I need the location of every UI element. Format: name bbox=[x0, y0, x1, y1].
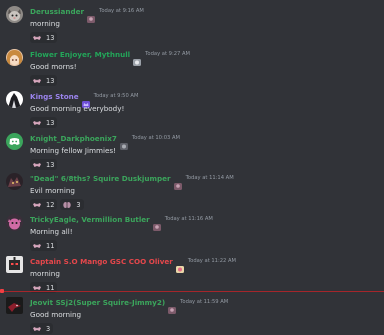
message-body: Knight_Darkphoenix7 Today at 10:03 AM Mo… bbox=[30, 133, 380, 170]
dark-creature-avatar[interactable] bbox=[6, 173, 23, 190]
bat-emoji-icon bbox=[33, 201, 41, 209]
pink-creature-avatar[interactable] bbox=[6, 214, 23, 231]
timestamp[interactable]: Today at 9:27 AM bbox=[145, 49, 190, 60]
reaction-button[interactable]: 13 bbox=[30, 117, 58, 128]
cat-icon bbox=[119, 135, 128, 150]
anime-girl-avatar[interactable] bbox=[6, 49, 23, 66]
grey-cat-avatar[interactable] bbox=[6, 6, 23, 23]
moth-emoji-icon bbox=[63, 201, 72, 209]
reaction-count: 3 bbox=[76, 200, 81, 209]
timestamp[interactable]: Today at 10:03 AM bbox=[132, 133, 180, 144]
dark-bird-avatar[interactable] bbox=[6, 297, 23, 314]
author-name[interactable]: Jeovit SSj2(Super Squire-Jimmy2) bbox=[30, 297, 165, 308]
reaction-count: 12 bbox=[46, 200, 55, 209]
reaction-button[interactable]: 13 bbox=[30, 32, 58, 43]
reaction-button[interactable]: 3 bbox=[60, 199, 84, 210]
timestamp[interactable]: Today at 11:16 AM bbox=[165, 214, 213, 225]
reaction-count: 13 bbox=[46, 118, 55, 127]
message-content: Good morning everybody! bbox=[30, 104, 125, 113]
message-body: Derussiander Today at 9:16 AM morning 13 bbox=[30, 6, 380, 43]
message-feed: Derussiander Today at 9:16 AM morning 13 bbox=[0, 0, 384, 334]
author-name[interactable]: Derussiander bbox=[30, 6, 84, 17]
message-content: Morning fellow Jimmies! bbox=[30, 146, 117, 155]
bat-emoji-icon bbox=[33, 119, 41, 127]
new-messages-divider bbox=[0, 289, 384, 293]
message-body: Flower Enjoyer, Mythnull Today at 9:27 A… bbox=[30, 49, 380, 86]
white-anime-avatar[interactable] bbox=[6, 91, 23, 108]
message-content: Evil morning bbox=[30, 186, 75, 195]
reaction-button[interactable]: 11 bbox=[30, 240, 58, 251]
timestamp[interactable]: Today at 9:50 AM bbox=[94, 91, 139, 102]
bat-emoji-icon bbox=[33, 242, 41, 250]
reaction-count: 13 bbox=[46, 33, 55, 42]
author-name[interactable]: Kings Stone bbox=[30, 91, 79, 102]
reaction-count: 11 bbox=[46, 241, 55, 250]
message-content: Morning all! bbox=[30, 227, 73, 236]
message-body: Kings Stone Today at 9:50 AM Good mornin… bbox=[30, 91, 380, 128]
trophy-icon bbox=[152, 216, 161, 231]
message-content: Good morns! bbox=[30, 62, 77, 71]
reaction-count: 13 bbox=[46, 160, 55, 169]
trophy-icon bbox=[168, 299, 177, 314]
flower-icon bbox=[175, 258, 184, 273]
bat-emoji-icon bbox=[33, 161, 41, 169]
reaction-button[interactable]: 3 bbox=[30, 323, 54, 334]
message-content: morning bbox=[30, 19, 60, 28]
reaction-button[interactable]: 12 bbox=[30, 199, 58, 210]
message-content: Good morning bbox=[30, 310, 82, 319]
message-body: Jeovit SSj2(Super Squire-Jimmy2) Today a… bbox=[30, 297, 380, 334]
author-name[interactable]: Captain S.O Mango GSC COO Oliver bbox=[30, 256, 173, 267]
message-content: morning bbox=[30, 269, 60, 278]
reaction-button[interactable]: 13 bbox=[30, 75, 58, 86]
timestamp[interactable]: Today at 11:59 AM bbox=[180, 297, 228, 308]
reaction-count: 13 bbox=[46, 76, 55, 85]
author-name[interactable]: "Dead" 6/8ths? Squire Duskjumper bbox=[30, 173, 171, 184]
bat-emoji-icon bbox=[33, 325, 41, 333]
author-name[interactable]: Flower Enjoyer, Mythnull bbox=[30, 49, 130, 60]
timestamp[interactable]: Today at 9:16 AM bbox=[99, 6, 144, 17]
author-name[interactable]: Knight_Darkphoenix7 bbox=[30, 133, 117, 144]
new-messages-marker bbox=[0, 289, 4, 293]
crown-icon bbox=[81, 93, 90, 108]
message-body: Captain S.O Mango GSC COO Oliver Today a… bbox=[30, 256, 380, 293]
trophy-icon bbox=[87, 8, 96, 23]
reaction-button[interactable]: 13 bbox=[30, 159, 58, 170]
timestamp[interactable]: Today at 11:22 AM bbox=[188, 256, 236, 267]
discord-default-avatar[interactable] bbox=[6, 133, 23, 150]
trophy-icon bbox=[173, 175, 182, 190]
author-name[interactable]: TrickyEagle, Vermillion Butler bbox=[30, 214, 150, 225]
message-body: TrickyEagle, Vermillion Butler Today at … bbox=[30, 214, 380, 251]
robot-avatar[interactable] bbox=[6, 256, 23, 273]
reaction-count: 3 bbox=[46, 324, 51, 333]
bat-emoji-icon bbox=[33, 77, 41, 85]
timestamp[interactable]: Today at 11:14 AM bbox=[186, 173, 234, 184]
cat-icon bbox=[133, 51, 142, 66]
bat-emoji-icon bbox=[33, 34, 41, 42]
message-body: "Dead" 6/8ths? Squire Duskjumper Today a… bbox=[30, 173, 380, 210]
